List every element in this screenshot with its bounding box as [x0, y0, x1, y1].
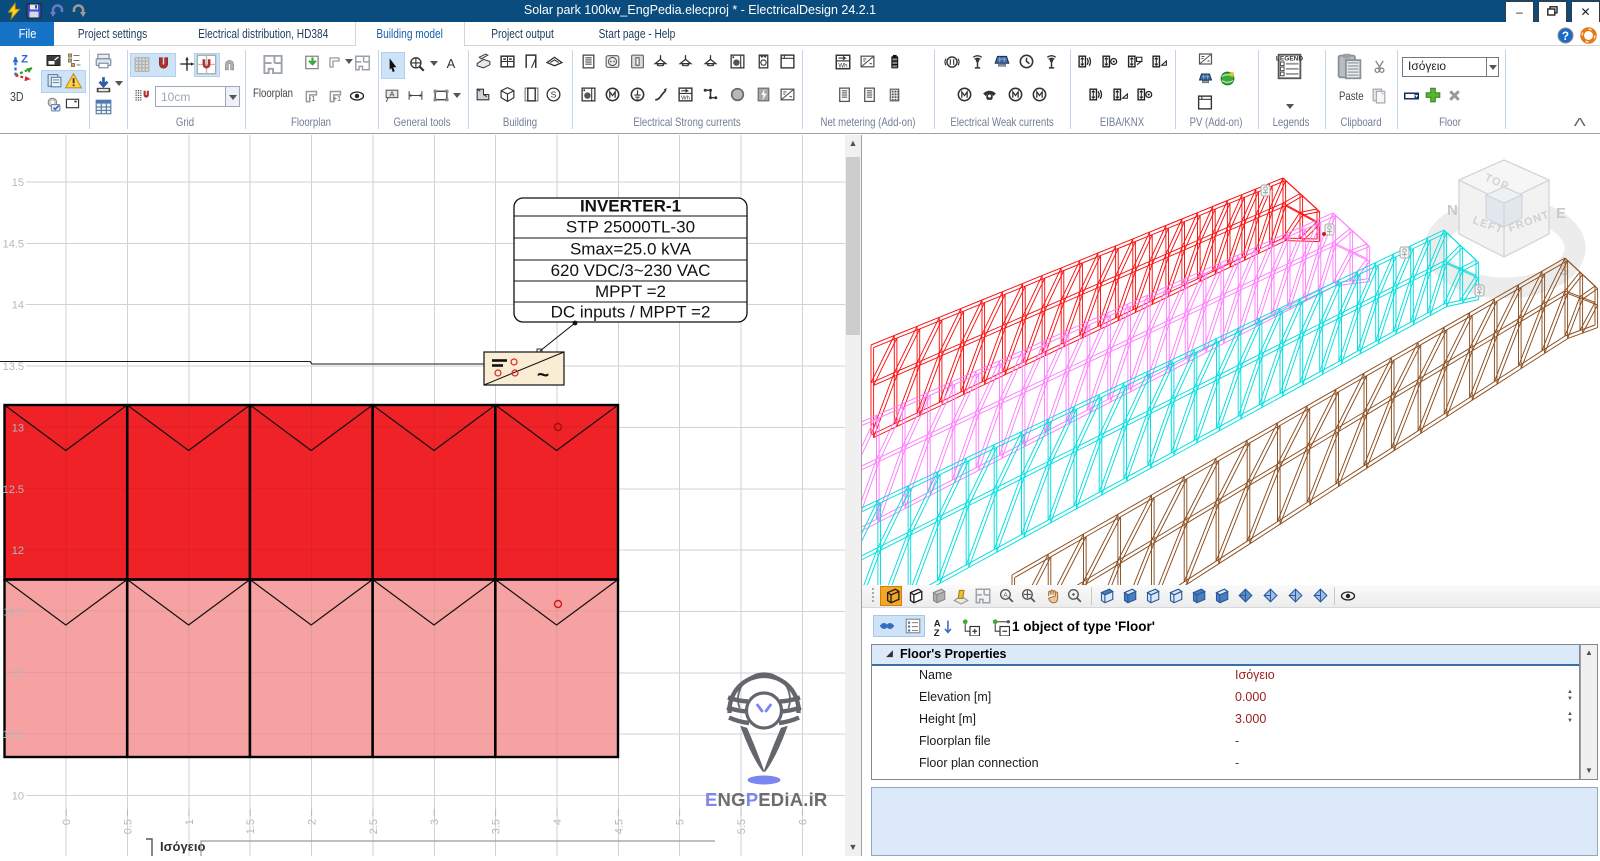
svg-text:4.5: 4.5: [613, 819, 625, 834]
svg-text:?: ?: [1562, 30, 1569, 43]
svg-text:S: S: [551, 90, 557, 100]
svg-text:10.5: 10.5: [3, 729, 24, 741]
svg-text:12.5: 12.5: [3, 484, 24, 496]
svg-text:3.5: 3.5: [491, 819, 503, 834]
svg-text:5: 5: [675, 819, 687, 825]
svg-text:~: ~: [537, 364, 549, 387]
svg-text:LEGEND: LEGEND: [1276, 55, 1303, 62]
svg-text:Ισόγειο: Ισόγειο: [160, 839, 205, 854]
svg-text:A: A: [447, 56, 456, 71]
svg-text:N: N: [1447, 202, 1458, 219]
svg-text:11.5: 11.5: [3, 606, 24, 618]
svg-text:ENGPEDiA.iR: ENGPEDiA.iR: [705, 789, 828, 810]
svg-text:Smax=25.0 kVA: Smax=25.0 kVA: [570, 240, 692, 259]
svg-text:620 VDC/3~230 VAC: 620 VDC/3~230 VAC: [551, 261, 711, 280]
svg-text:4: 4: [552, 819, 564, 825]
svg-text:INVERTER-1: INVERTER-1: [580, 197, 681, 216]
svg-text:10: 10: [12, 791, 24, 803]
svg-text:E: E: [1556, 205, 1566, 222]
svg-text:A: A: [389, 90, 394, 99]
svg-text:1: 1: [184, 819, 196, 825]
svg-text:5.5: 5.5: [736, 819, 748, 834]
svg-text:3: 3: [429, 819, 441, 825]
svg-text:Z: Z: [934, 628, 940, 636]
svg-text:14: 14: [12, 300, 24, 312]
svg-text:1.5: 1.5: [245, 819, 257, 834]
svg-text:13.5: 13.5: [3, 361, 24, 373]
svg-text:0.5: 0.5: [123, 819, 135, 834]
svg-text:Wh: Wh: [838, 62, 848, 69]
svg-text:6: 6: [797, 819, 809, 825]
svg-text:2: 2: [307, 819, 319, 825]
svg-text:MPPT =2: MPPT =2: [595, 282, 666, 301]
svg-text:15: 15: [12, 177, 24, 189]
svg-text:DC inputs / MPPT =2: DC inputs / MPPT =2: [551, 303, 711, 322]
svg-text:14.5: 14.5: [3, 238, 24, 250]
svg-text:Z: Z: [21, 53, 28, 65]
svg-text:13: 13: [12, 422, 24, 434]
svg-text:11: 11: [13, 668, 24, 680]
svg-text:0: 0: [61, 819, 73, 825]
svg-text:STP 25000TL-30: STP 25000TL-30: [566, 218, 695, 237]
svg-text:Wh: Wh: [681, 95, 690, 101]
svg-text:2.5: 2.5: [368, 819, 380, 834]
svg-text:12: 12: [12, 545, 24, 557]
